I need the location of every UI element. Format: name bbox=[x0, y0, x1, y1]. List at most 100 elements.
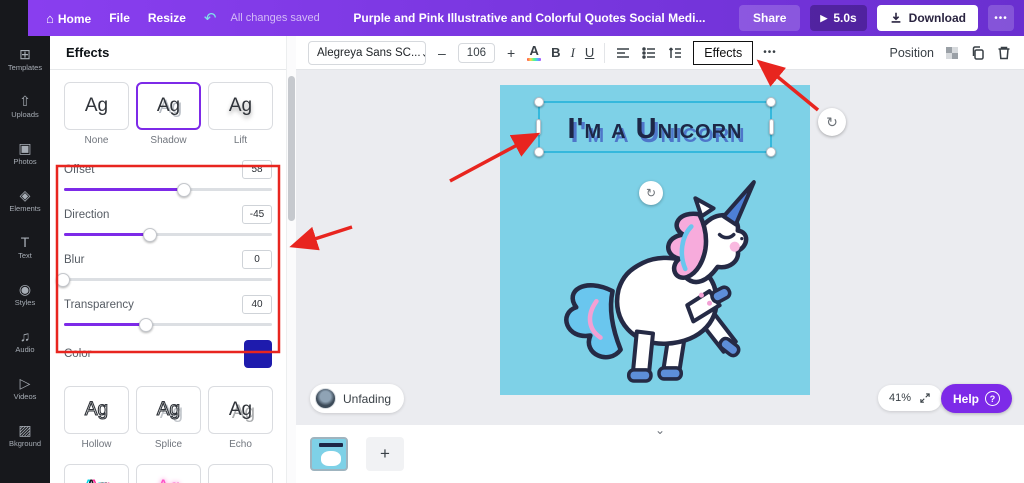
panel-scrollbar[interactable] bbox=[286, 36, 296, 483]
app-logo[interactable] bbox=[0, 0, 28, 36]
font-size-decrease-button[interactable]: – bbox=[436, 45, 448, 61]
page-thumbnail[interactable] bbox=[310, 437, 348, 471]
share-button[interactable]: Share bbox=[739, 5, 800, 31]
duration-label: 5.0s bbox=[833, 11, 856, 25]
effect-tile-neon[interactable]: Ag bbox=[136, 464, 201, 483]
toolbar-more-button[interactable]: ••• bbox=[763, 47, 777, 58]
font-size-increase-button[interactable]: + bbox=[505, 45, 517, 61]
replay-animation-button[interactable]: ↻ bbox=[818, 108, 846, 136]
list-button[interactable] bbox=[641, 45, 657, 61]
blur-value-input[interactable]: 0 bbox=[242, 250, 272, 269]
blur-slider[interactable] bbox=[64, 278, 272, 281]
text-spacing-button[interactable] bbox=[667, 45, 683, 61]
sidebar-item-photos[interactable]: ▣ Photos bbox=[0, 130, 50, 177]
position-button[interactable]: Position bbox=[890, 46, 934, 60]
resize-handle-left[interactable] bbox=[536, 119, 541, 135]
underline-button[interactable]: U bbox=[585, 45, 594, 60]
direction-slider[interactable] bbox=[64, 233, 272, 236]
text-toolbar: Alegreya Sans SC... ⌄ – 106 + A B I U Ef… bbox=[296, 36, 1024, 70]
sidebar-item-audio[interactable]: ♫ Audio bbox=[0, 318, 50, 365]
resize-handle-right[interactable] bbox=[769, 119, 774, 135]
effect-tile-glitch[interactable]: Ag bbox=[64, 464, 129, 483]
effect-tile-curve[interactable]: CURVE bbox=[208, 464, 273, 483]
blur-label: Blur bbox=[64, 254, 84, 266]
canvas-page[interactable]: I'm a Unicorn ↻ bbox=[500, 85, 810, 395]
shadow-color-swatch[interactable] bbox=[244, 340, 272, 368]
text-color-button[interactable]: A bbox=[527, 44, 541, 61]
effect-tile-splice[interactable]: Ag bbox=[136, 386, 201, 434]
help-button[interactable]: Help ? bbox=[941, 384, 1012, 413]
italic-button[interactable]: I bbox=[571, 45, 575, 61]
sidebar-item-videos[interactable]: ▷ Videos bbox=[0, 365, 50, 412]
font-family-value: Alegreya Sans SC... bbox=[317, 47, 421, 59]
transparency-slider-handle[interactable] bbox=[64, 323, 147, 326]
document-title[interactable]: Purple and Pink Illustrative and Colorfu… bbox=[320, 11, 739, 25]
text-align-button[interactable] bbox=[615, 45, 631, 61]
home-label: Home bbox=[58, 12, 91, 26]
sidebar-item-elements[interactable]: ◈ Elements bbox=[0, 177, 50, 224]
offset-slider[interactable] bbox=[64, 188, 272, 191]
direction-slider-handle[interactable] bbox=[64, 233, 151, 236]
effect-tile-label: Hollow bbox=[81, 439, 111, 450]
sidebar-item-label: Templates bbox=[8, 63, 42, 72]
collapse-chevron-icon[interactable]: ⌄ bbox=[655, 423, 665, 437]
home-button[interactable]: ⌂ Home bbox=[46, 11, 91, 26]
file-menu[interactable]: File bbox=[109, 11, 130, 25]
home-icon: ⌂ bbox=[46, 11, 54, 26]
offset-value-input[interactable]: 58 bbox=[242, 160, 272, 179]
elements-icon: ◈ bbox=[20, 188, 31, 202]
effect-tile-echo[interactable]: Ag bbox=[208, 386, 273, 434]
direction-value-input[interactable]: -45 bbox=[242, 205, 272, 224]
sidebar-item-label: Videos bbox=[14, 392, 37, 401]
undo-icon[interactable]: ↶ bbox=[204, 9, 217, 27]
avatar bbox=[315, 388, 336, 409]
offset-slider-handle[interactable] bbox=[64, 188, 185, 191]
sidebar-item-uploads[interactable]: ⇧ Uploads bbox=[0, 83, 50, 130]
sidebar-item-label: Uploads bbox=[11, 110, 39, 119]
effect-tile-label: Echo bbox=[229, 439, 252, 450]
fullscreen-icon bbox=[919, 392, 931, 404]
effect-tile-shadow[interactable]: Ag bbox=[136, 82, 201, 130]
transparency-button[interactable] bbox=[944, 45, 960, 61]
transparency-checkerboard-icon bbox=[944, 45, 960, 61]
text-selection-box[interactable] bbox=[538, 101, 772, 153]
zoom-control[interactable]: 41% bbox=[878, 385, 942, 411]
sidebar-item-text[interactable]: T Text bbox=[0, 224, 50, 271]
text-color-rainbow-bar bbox=[527, 58, 541, 61]
chevron-down-icon: ⌄ bbox=[421, 46, 426, 60]
panel-scrollbar-thumb[interactable] bbox=[288, 76, 295, 221]
sidebar-item-label: Audio bbox=[15, 345, 34, 354]
align-left-icon bbox=[615, 45, 631, 61]
effect-tile-hollow[interactable]: Ag bbox=[64, 386, 129, 434]
font-family-select[interactable]: Alegreya Sans SC... ⌄ bbox=[308, 41, 426, 65]
resize-menu[interactable]: Resize bbox=[148, 11, 186, 25]
more-options-button[interactable]: ••• bbox=[988, 5, 1014, 31]
font-size-input[interactable]: 106 bbox=[458, 43, 495, 63]
effect-tile-none[interactable]: Ag bbox=[64, 82, 129, 130]
sidebar-item-background[interactable]: ▨ Bkground bbox=[0, 412, 50, 459]
unicorn-illustration[interactable] bbox=[550, 171, 762, 385]
duration-button[interactable]: ▶ 5.0s bbox=[810, 5, 866, 31]
sidebar-item-styles[interactable]: ◉ Styles bbox=[0, 271, 50, 318]
resize-handle-bottom-left[interactable] bbox=[534, 147, 544, 157]
canvas-area[interactable]: I'm a Unicorn ↻ bbox=[296, 70, 1024, 425]
sidebar-item-label: Elements bbox=[9, 204, 40, 213]
add-page-button[interactable]: + bbox=[366, 437, 404, 471]
sidebar-item-label: Styles bbox=[15, 298, 35, 307]
resize-handle-top-left[interactable] bbox=[534, 97, 544, 107]
download-button[interactable]: Download bbox=[877, 5, 978, 31]
collaborator-pill[interactable]: Unfading bbox=[310, 384, 404, 413]
transparency-slider[interactable] bbox=[64, 323, 272, 326]
resize-handle-bottom-right[interactable] bbox=[766, 147, 776, 157]
duplicate-button[interactable] bbox=[970, 45, 986, 61]
help-label: Help bbox=[953, 392, 979, 406]
transparency-value-input[interactable]: 40 bbox=[242, 295, 272, 314]
delete-button[interactable] bbox=[996, 45, 1012, 61]
bold-button[interactable]: B bbox=[551, 45, 560, 60]
direction-slider-block: Direction -45 bbox=[64, 205, 272, 236]
effect-tile-lift[interactable]: Ag bbox=[208, 82, 273, 130]
effects-button[interactable]: Effects bbox=[693, 41, 753, 65]
sidebar-item-templates[interactable]: ⊞ Templates bbox=[0, 36, 50, 83]
resize-handle-top-right[interactable] bbox=[766, 97, 776, 107]
effect-tile-label: None bbox=[85, 135, 109, 146]
